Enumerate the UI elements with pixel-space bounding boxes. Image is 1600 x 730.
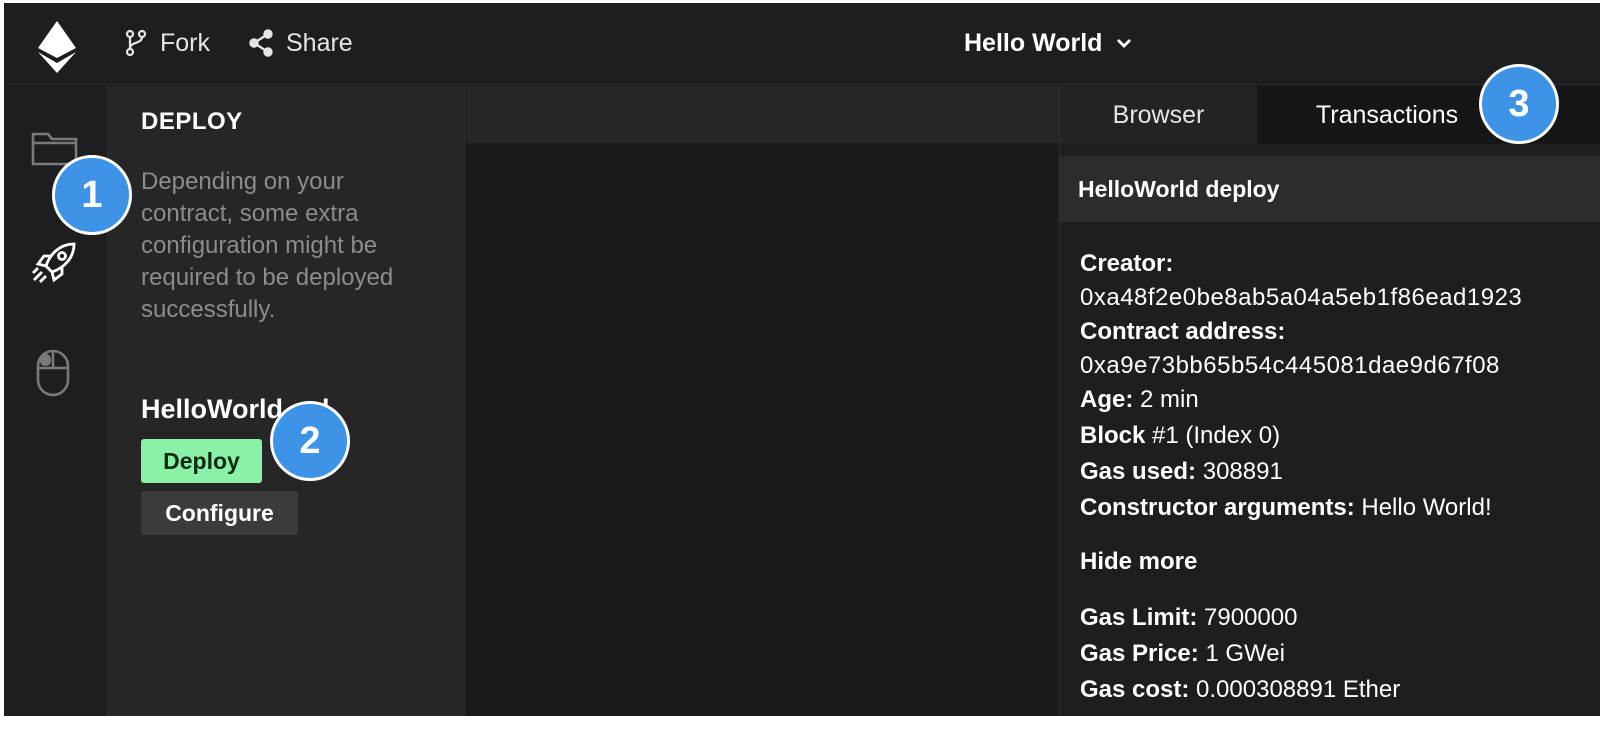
mouse-icon[interactable] (30, 348, 76, 398)
gas-used-value: 308891 (1196, 458, 1283, 485)
right-panel: Browser Transactions HelloWorld deploy C… (1059, 86, 1600, 716)
gas-limit-label: Gas Limit: (1080, 604, 1198, 631)
gas-cost-label: Gas cost: (1080, 676, 1190, 703)
rocket-icon[interactable] (30, 238, 80, 288)
constructor-arguments-value: Hello World! (1354, 494, 1492, 521)
gas-price-value: 1 GWei (1198, 640, 1285, 667)
contract-address-value: 0xa9e73bb65b54c445081dae9d67f08 (1080, 352, 1500, 379)
gas-price-label: Gas Price: (1080, 640, 1199, 667)
app-window: Fork Share Hello World DEPLOY Depending … (4, 3, 1600, 716)
fork-button[interactable]: Fork (124, 25, 210, 61)
age-row: Age: 2 min (1080, 382, 1600, 418)
constructor-arguments-label: Constructor arguments: (1080, 494, 1355, 521)
age-label: Age: (1080, 386, 1134, 413)
project-title-dropdown[interactable]: Hello World (964, 25, 1132, 61)
gas-used-row: Gas used: 308891 (1080, 454, 1600, 490)
callout-badge-3: 3 (1479, 64, 1559, 144)
constructor-arguments-row: Constructor arguments: Hello World! (1080, 490, 1600, 526)
gas-cost-row: Gas cost: 0.000308891 Ether (1080, 672, 1600, 708)
creator-label: Creator: (1080, 250, 1174, 277)
editor-area[interactable] (466, 86, 1059, 716)
hide-more-link[interactable]: Hide more (1080, 544, 1600, 580)
top-bar: Fork Share Hello World (4, 3, 1600, 85)
deploy-panel: DEPLOY Depending on your contract, some … (108, 86, 465, 716)
panel-title: DEPLOY (141, 108, 243, 135)
creator-row: Creator: 0xa48f2e0be8ab5a04a5eb1f86ead19… (1080, 246, 1600, 314)
configure-button[interactable]: Configure (141, 491, 298, 535)
share-icon (249, 29, 273, 57)
gas-price-row: Gas Price: 1 GWei (1080, 636, 1600, 672)
gas-limit-row: Gas Limit: 7900000 (1080, 600, 1600, 636)
chevron-down-icon (1117, 39, 1132, 48)
block-value: #1 (Index 0) (1145, 422, 1281, 449)
editor-tab-bar (466, 86, 1059, 143)
gas-limit-value: 7900000 (1197, 604, 1298, 631)
git-fork-icon (125, 29, 147, 57)
project-title: Hello World (964, 28, 1103, 57)
transaction-details: Creator: 0xa48f2e0be8ab5a04a5eb1f86ead19… (1080, 246, 1600, 708)
block-row: Block #1 (Index 0) (1080, 418, 1600, 454)
gas-used-label: Gas used: (1080, 458, 1197, 485)
tab-browser[interactable]: Browser (1060, 86, 1257, 144)
fork-label: Fork (160, 28, 210, 57)
contract-address-row: Contract address: 0xa9e73bb65b54c445081d… (1080, 314, 1600, 382)
callout-badge-2: 2 (270, 401, 350, 481)
contract-address-label: Contract address: (1080, 318, 1286, 345)
panel-description: Depending on your contract, some extra c… (141, 168, 394, 323)
gas-cost-value: 0.000308891 Ether (1189, 676, 1401, 703)
block-label: Block (1080, 422, 1146, 449)
transaction-title: HelloWorld deploy (1078, 175, 1280, 202)
transaction-header[interactable]: HelloWorld deploy (1060, 156, 1600, 222)
tab-transactions[interactable]: Transactions (1257, 86, 1517, 144)
creator-value: 0xa48f2e0be8ab5a04a5eb1f86ead1923 (1080, 284, 1523, 311)
ethereum-logo[interactable] (38, 21, 76, 73)
deploy-button[interactable]: Deploy (141, 439, 262, 483)
share-label: Share (286, 28, 353, 57)
share-button[interactable]: Share (248, 25, 353, 61)
callout-badge-1: 1 (52, 155, 132, 235)
age-value: 2 min (1133, 386, 1199, 413)
